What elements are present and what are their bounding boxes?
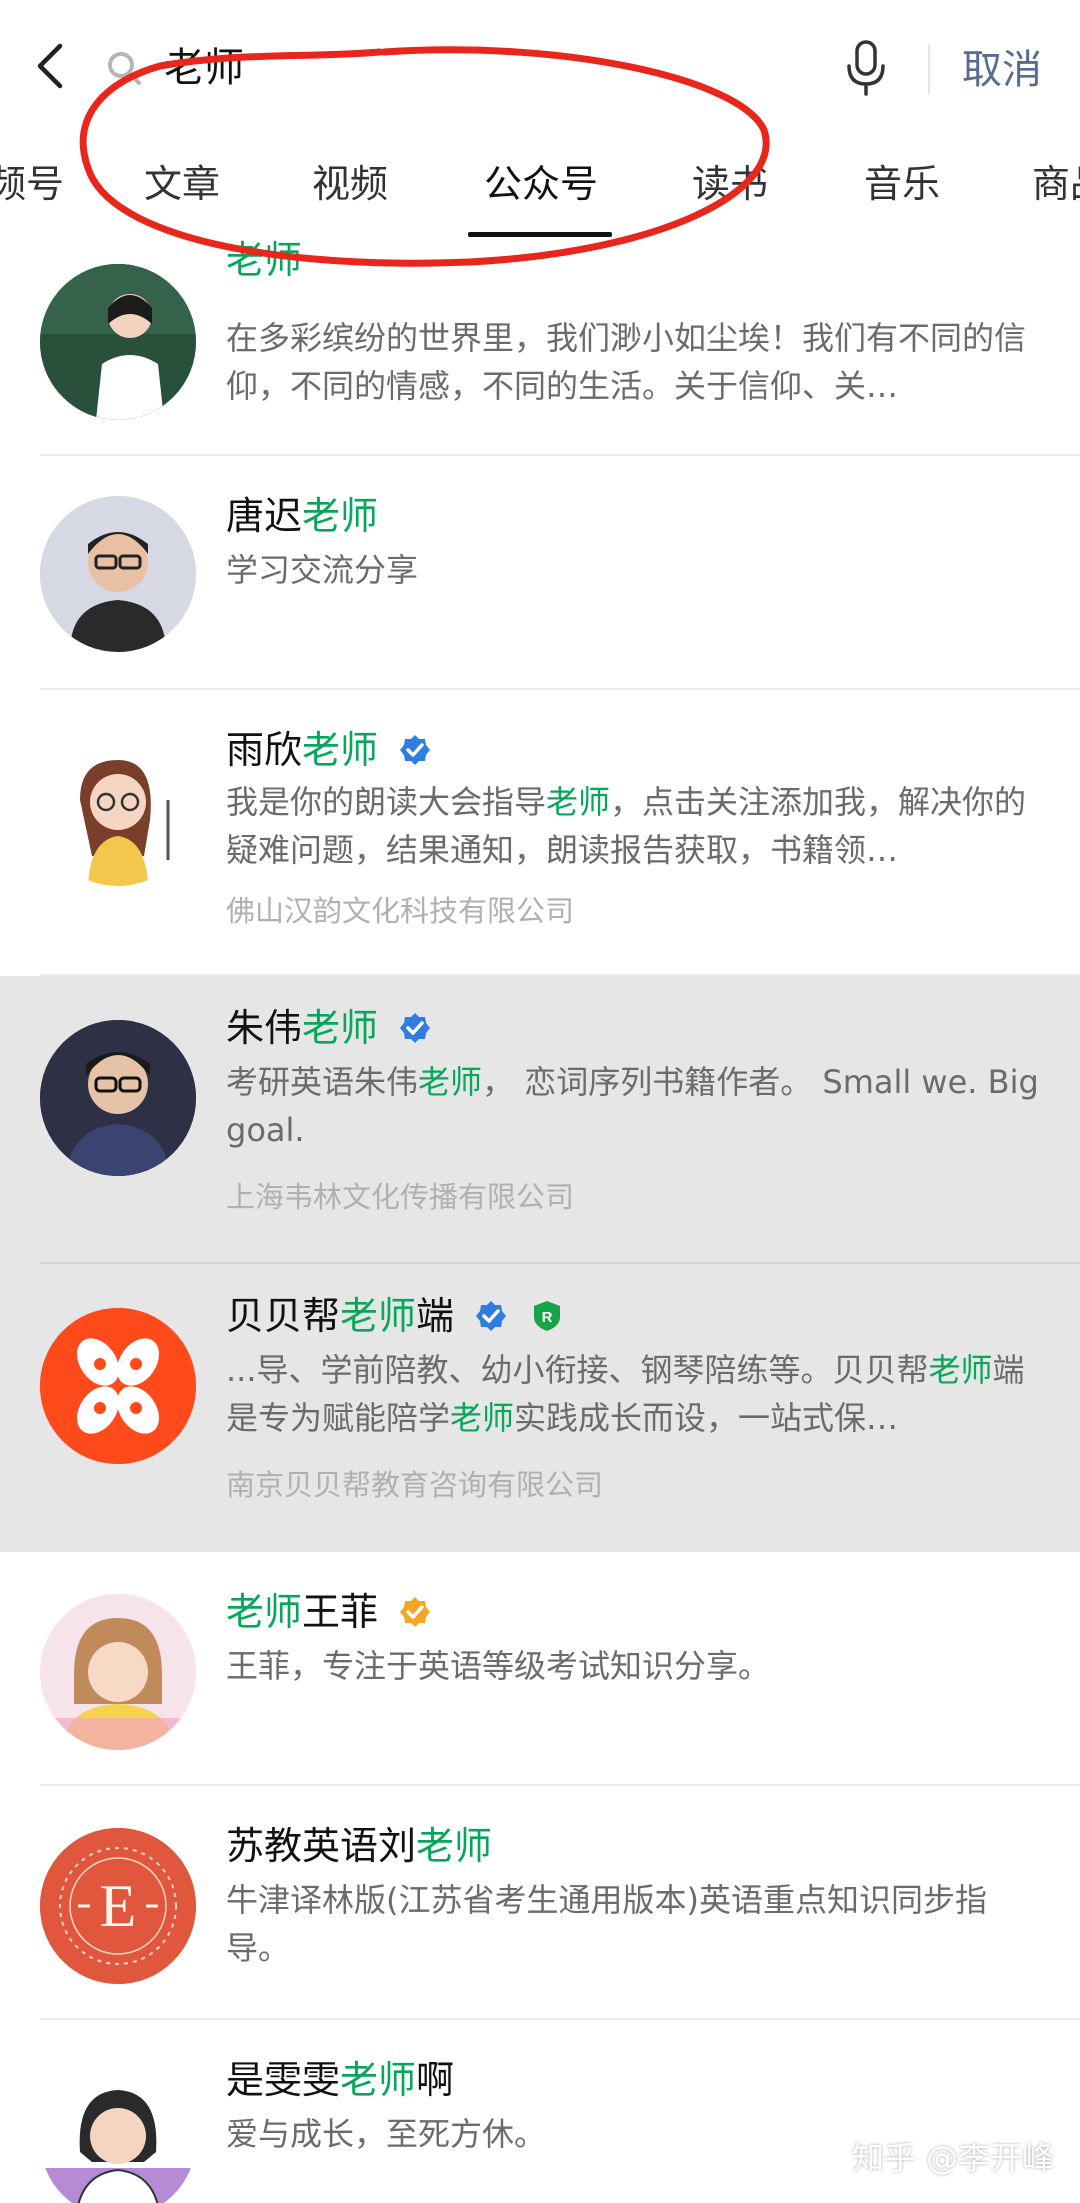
- microphone-button[interactable]: [842, 38, 890, 98]
- result-row[interactable]: 朱伟 老师 考研英语朱伟老师， 恋词序列书籍作者。 Small we. Big g…: [0, 976, 1080, 1264]
- result-row[interactable]: 老师 王菲 王菲，专注于英语等级考试知识分享。: [0, 1552, 1080, 1786]
- tab-channels[interactable]: 频号: [0, 156, 64, 212]
- avatar: [40, 496, 196, 652]
- search-input[interactable]: 老师: [164, 40, 244, 96]
- result-description: 在多彩缤纷的世界里，我们渺小如尘埃！我们有不同的信仰，不同的情感，不同的生活。关…: [226, 319, 1027, 405]
- result-title: 雨欣 老师: [226, 724, 432, 776]
- tab-official-accounts[interactable]: 公众号: [484, 156, 598, 212]
- result-title: 是雯雯 老师啊: [226, 2058, 455, 2102]
- avatar: [40, 264, 196, 420]
- result-description: 考研英语朱伟老师， 恋词序列书籍作者。 Small we. Big goal.: [226, 1063, 1039, 1149]
- search-divider: [928, 44, 930, 94]
- tab-products[interactable]: 商品: [1032, 156, 1080, 212]
- result-row[interactable]: E 苏教英语刘 老师 牛津译林版(江苏省考生通用版本)英语重点知识同步指导。: [0, 1786, 1080, 2020]
- result-description: ...导、学前陪教、幼小衔接、钢琴陪练等。贝贝帮老师端是专为赋能陪学老师实践成长…: [226, 1351, 1025, 1437]
- search-icon: [104, 48, 144, 88]
- avatar: [40, 2062, 196, 2203]
- result-title: 唐迟 老师: [226, 494, 379, 538]
- result-company: 上海韦林文化传播有限公司: [226, 1180, 575, 1214]
- category-tabs: 频号 文章 视频 公众号 读书 音乐 商品: [0, 138, 1080, 242]
- avatar: [40, 1308, 196, 1464]
- tab-music[interactable]: 音乐: [864, 156, 940, 212]
- svg-text:E: E: [100, 1873, 137, 1939]
- result-description: 王菲，专注于英语等级考试知识分享。: [226, 1647, 771, 1685]
- result-company: 南京贝贝帮教育咨询有限公司: [226, 1468, 604, 1502]
- result-row[interactable]: 雨欣 老师 我是你的朗读大会指导老师，点击关注添加我，解决你的疑难问题，结果通知，…: [0, 690, 1080, 976]
- tab-books[interactable]: 读书: [692, 156, 768, 212]
- active-tab-indicator: [468, 232, 612, 237]
- chevron-left-icon: [37, 43, 63, 89]
- result-description: 我是你的朗读大会指导老师，点击关注添加我，解决你的疑难问题，结果通知，朗读报告获…: [226, 783, 1027, 869]
- cancel-button[interactable]: 取消: [962, 42, 1042, 98]
- tab-videos[interactable]: 视频: [312, 156, 388, 212]
- result-description: 牛津译林版(江苏省考生通用版本)英语重点知识同步指导。: [226, 1881, 987, 1967]
- result-title: 贝贝帮 老师端 R: [226, 1290, 564, 1342]
- search-bar: 老师 取消: [0, 0, 1080, 138]
- verified-badge-icon: [400, 735, 431, 765]
- result-title: 朱伟 老师: [226, 1002, 432, 1054]
- result-title: 老师: [226, 238, 303, 282]
- result-row[interactable]: 唐迟 老师 学习交流分享: [0, 456, 1080, 690]
- verified-badge-icon: [400, 1013, 431, 1043]
- result-row[interactable]: 老师 在多彩缤纷的世界里，我们渺小如尘埃！我们有不同的信仰，不同的情感，不同的生…: [0, 238, 1080, 456]
- tab-articles[interactable]: 文章: [144, 156, 220, 212]
- result-description: 学习交流分享: [226, 551, 419, 589]
- result-company: 佛山汉韵文化科技有限公司: [226, 894, 575, 928]
- svg-text:R: R: [542, 1309, 553, 1326]
- verified-badge-icon: [476, 1301, 507, 1331]
- avatar: [40, 730, 196, 886]
- result-title: 苏教英语刘 老师: [226, 1824, 493, 1868]
- verified-badge-icon: [400, 1597, 431, 1627]
- registered-trademark-icon: R: [534, 1301, 561, 1331]
- back-button[interactable]: [28, 38, 72, 94]
- avatar: [40, 1594, 196, 1750]
- avatar: E: [40, 1828, 196, 1984]
- watermark: 知乎 @李开峰: [852, 2139, 1055, 2177]
- result-row[interactable]: 贝贝帮 老师端 R ...导、学前陪教、幼小衔接、钢琴陪练等。贝贝帮老师端是专为赋…: [0, 1264, 1080, 1552]
- microphone-icon: [847, 40, 885, 96]
- result-title: 老师 王菲: [226, 1586, 432, 1638]
- avatar: [40, 1020, 196, 1176]
